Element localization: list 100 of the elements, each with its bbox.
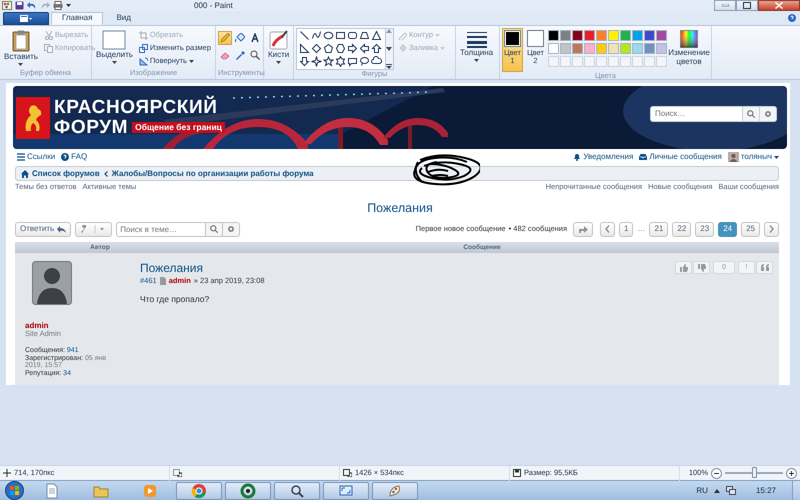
nav-link[interactable]: FAQ <box>61 152 88 162</box>
palette-color[interactable] <box>644 43 655 54</box>
polygon-icon[interactable] <box>359 30 370 41</box>
palette-color[interactable] <box>620 43 631 54</box>
fill-bucket-tool-button[interactable] <box>233 31 247 45</box>
page-button[interactable]: 1 <box>619 222 634 236</box>
reply-button[interactable]: Ответить <box>15 222 72 236</box>
palette-color[interactable] <box>584 43 595 54</box>
palette-color[interactable] <box>632 43 643 54</box>
speech-bubble-icon[interactable] <box>347 56 358 67</box>
page-button[interactable]: 23 <box>695 222 714 236</box>
zoom-in-button[interactable] <box>786 468 797 478</box>
palette-color[interactable] <box>632 30 643 41</box>
palette-color[interactable] <box>548 30 559 41</box>
dislike-button[interactable] <box>693 261 710 274</box>
undo-icon[interactable] <box>27 1 37 10</box>
triangle-icon[interactable] <box>371 30 382 41</box>
taskbar-button[interactable] <box>372 482 418 500</box>
palette-color[interactable] <box>572 30 583 41</box>
scroll-down-icon[interactable] <box>386 46 392 50</box>
palette-color[interactable] <box>596 43 607 54</box>
language-indicator[interactable]: RU <box>696 486 708 496</box>
oval-icon[interactable] <box>323 30 334 41</box>
quote-button[interactable] <box>756 261 773 274</box>
pencil-tool-button[interactable] <box>218 31 232 45</box>
curve-icon[interactable] <box>311 30 322 41</box>
size-button[interactable]: Толщина <box>458 28 496 64</box>
six-point-star-icon[interactable] <box>335 56 346 67</box>
start-button[interactable] <box>2 481 26 500</box>
line-icon[interactable] <box>299 30 310 41</box>
right-triangle-icon[interactable] <box>299 43 310 54</box>
four-point-star-icon[interactable] <box>311 56 322 67</box>
pentagon-icon[interactable] <box>323 43 334 54</box>
tray-arrow-icon[interactable] <box>714 488 720 492</box>
taskbar-button[interactable] <box>323 482 369 500</box>
palette-color[interactable] <box>620 30 631 41</box>
magnifier-tool-button[interactable] <box>248 48 262 62</box>
palette-color[interactable] <box>608 30 619 41</box>
palette-color[interactable] <box>572 43 583 54</box>
help-icon[interactable] <box>788 14 796 22</box>
breadcrumb-link[interactable]: Жалобы/Вопросы по организации работы форума <box>112 168 314 178</box>
ribbon-tab[interactable]: Вид <box>105 12 142 25</box>
page-button[interactable]: 21 <box>649 222 668 236</box>
previous-page-button[interactable] <box>600 222 616 236</box>
cloud-callout-icon[interactable] <box>371 56 382 67</box>
post-title[interactable]: Пожелания <box>140 261 675 275</box>
nav-link[interactable]: Ссылки <box>17 152 56 162</box>
page-button[interactable]: 22 <box>672 222 692 236</box>
close-button[interactable] <box>758 0 800 11</box>
palette-color[interactable] <box>560 43 571 54</box>
taskbar-button[interactable] <box>225 482 271 500</box>
save-icon[interactable] <box>15 1 24 10</box>
next-page-button[interactable] <box>764 222 779 236</box>
up-arrow-icon[interactable] <box>371 43 382 54</box>
nav-link[interactable]: Личные сообщения <box>639 152 722 162</box>
rounded-rectangle-icon[interactable] <box>347 30 358 41</box>
tools-menu-button[interactable] <box>75 222 112 236</box>
author-name[interactable]: admin <box>25 321 49 330</box>
logo-text[interactable]: ФОРУМ <box>54 118 128 138</box>
expand-icon[interactable] <box>386 64 392 69</box>
scroll-up-icon[interactable] <box>386 29 392 33</box>
palette-color[interactable] <box>596 30 607 41</box>
page-button[interactable]: 25 <box>741 222 760 236</box>
select-button[interactable]: Выделить <box>94 28 135 66</box>
zoom-out-button[interactable] <box>711 468 722 478</box>
brushes-button[interactable]: Кисти <box>266 28 292 66</box>
network-icon[interactable] <box>726 486 736 495</box>
user-menu[interactable]: толяныч <box>728 152 779 162</box>
search-button[interactable] <box>743 106 760 122</box>
paint-app-icon[interactable] <box>2 1 12 10</box>
diamond-icon[interactable] <box>311 43 322 54</box>
nav-link[interactable]: Уведомления <box>573 152 634 162</box>
jump-button[interactable] <box>573 222 594 236</box>
down-arrow-icon[interactable] <box>299 56 310 67</box>
breadcrumb-link[interactable]: Список форумов <box>21 168 100 178</box>
search-field[interactable]: Поиск… <box>650 106 743 122</box>
palette-color[interactable] <box>608 43 619 54</box>
file-menu-button[interactable] <box>3 12 49 25</box>
hexagon-icon[interactable] <box>335 43 346 54</box>
oval-callout-icon[interactable] <box>359 56 370 67</box>
ribbon-tab[interactable]: Главная <box>51 12 104 25</box>
palette-color[interactable] <box>644 30 655 41</box>
print-icon[interactable] <box>53 1 63 10</box>
paste-button[interactable]: Вставить <box>2 28 40 68</box>
palette-color[interactable] <box>656 43 667 54</box>
settings-button[interactable] <box>760 106 777 122</box>
star-icon[interactable] <box>323 56 334 67</box>
logo-text[interactable]: КРАСНОЯРСКИЙ <box>54 98 225 118</box>
topic-title[interactable]: Пожелания <box>367 201 433 215</box>
like-button[interactable] <box>675 261 692 274</box>
restore-button[interactable] <box>736 0 758 11</box>
palette-color[interactable] <box>656 30 667 41</box>
rectangle-icon[interactable] <box>335 30 346 41</box>
palette-color[interactable] <box>560 30 571 41</box>
edit-colors-button[interactable]: Изменение цветов <box>669 28 709 69</box>
taskbar-button[interactable] <box>176 482 222 500</box>
right-arrow-icon[interactable] <box>347 43 358 54</box>
taskbar-button[interactable] <box>274 482 320 500</box>
palette-color[interactable] <box>584 30 595 41</box>
left-arrow-icon[interactable] <box>359 43 370 54</box>
